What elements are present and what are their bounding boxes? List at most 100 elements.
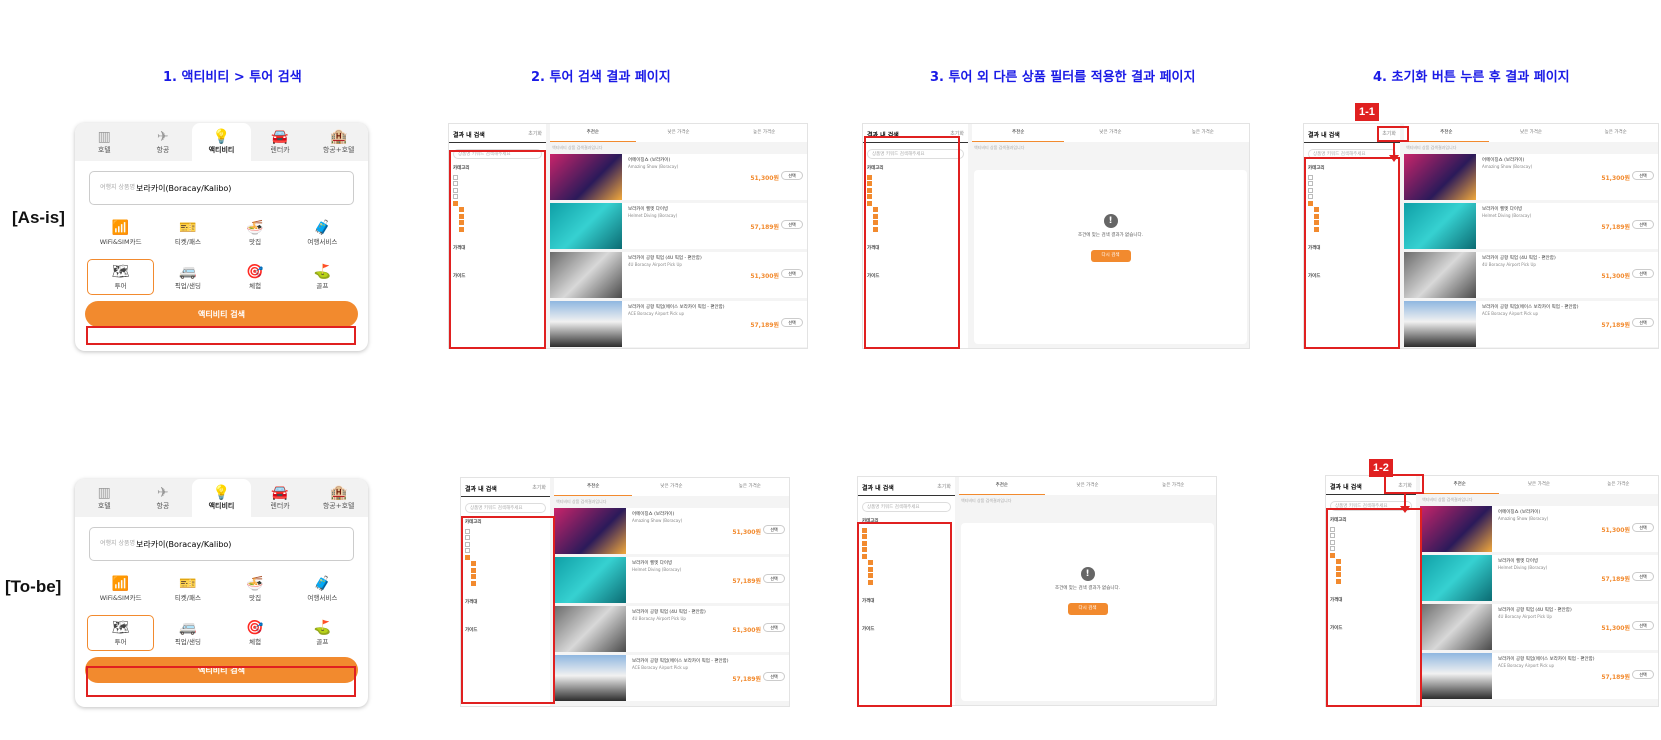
sort-tab-2[interactable]: 높은 가격순 (1573, 124, 1658, 142)
select-button[interactable]: 선택 (763, 623, 785, 632)
select-button[interactable]: 선택 (763, 525, 785, 534)
tab-0[interactable]: ▥ 호텔 (75, 479, 134, 517)
reset-button[interactable]: 초기화 (1382, 130, 1396, 139)
select-button[interactable]: 선택 (1632, 318, 1654, 327)
tab-3[interactable]: 🚘 렌터카 (251, 479, 310, 517)
checkbox[interactable] (471, 567, 476, 573)
checkbox[interactable] (1308, 181, 1313, 187)
category-item-0[interactable]: 📶 WiFi&SIM카드 (87, 571, 154, 607)
select-button[interactable]: 선택 (1632, 269, 1654, 278)
product-card[interactable]: 보라카이 공항 픽업(에이스 보라카이 픽업 - 편안함) ACE Boracay… (1420, 653, 1658, 699)
product-card[interactable]: 보라카이 헬멧 다이빙 Helmet Diving (Boracay) 57,189… (554, 557, 789, 603)
select-button[interactable]: 선택 (763, 672, 785, 681)
category-item-1[interactable]: 🎫 티켓/패스 (154, 215, 221, 251)
category-item-5[interactable]: 🚐 픽업/샌딩 (154, 615, 221, 651)
checkbox[interactable] (862, 527, 867, 533)
checkbox[interactable] (1314, 207, 1319, 213)
sort-tab-0[interactable]: 추천순 (550, 124, 636, 142)
filter-suboption[interactable] (1330, 578, 1412, 585)
destination-field[interactable]: 여행지 상품명 보라카이(Boracay/Kalibo) (89, 527, 354, 561)
product-card[interactable]: 어메이징쇼 (보라카이) Amazing Show (Boracay) 51,300… (550, 154, 807, 200)
checkbox[interactable] (867, 200, 872, 206)
sort-tab-0[interactable]: 추천순 (972, 124, 1065, 142)
checkbox[interactable] (471, 561, 476, 567)
tab-1[interactable]: ✈ 항공 (134, 479, 193, 517)
checkbox[interactable] (1330, 526, 1335, 532)
select-button[interactable]: 선택 (763, 574, 785, 583)
checkbox[interactable] (453, 187, 458, 193)
checkbox[interactable] (471, 574, 476, 580)
checkbox[interactable] (459, 226, 464, 232)
keyword-search-input[interactable]: 상품명 키워드 검색해주세요 (867, 149, 964, 159)
checkbox[interactable] (867, 174, 872, 180)
reset-button[interactable]: 초기화 (532, 484, 546, 493)
retry-button[interactable]: 다시 검색 (1090, 250, 1131, 262)
category-item-4[interactable]: 🗺 투어 (87, 615, 155, 651)
sort-tab-0[interactable]: 추천순 (554, 478, 633, 496)
tab-0[interactable]: ▥ 호텔 (75, 123, 134, 161)
checkbox[interactable] (1336, 565, 1341, 571)
tab-4[interactable]: 🏨 항공+호텔 (309, 479, 368, 517)
select-button[interactable]: 선택 (781, 220, 803, 229)
checkbox[interactable] (873, 226, 878, 232)
sort-tab-2[interactable]: 높은 가격순 (721, 124, 807, 142)
checkbox[interactable] (465, 541, 470, 547)
tab-1[interactable]: ✈ 항공 (134, 123, 193, 161)
filter-suboption[interactable] (862, 579, 951, 586)
select-button[interactable]: 선택 (781, 269, 803, 278)
checkbox[interactable] (868, 573, 873, 579)
reset-button[interactable]: 초기화 (950, 130, 964, 139)
checkbox[interactable] (1314, 220, 1319, 226)
checkbox[interactable] (1308, 194, 1313, 200)
select-button[interactable]: 선택 (1632, 171, 1654, 180)
category-item-2[interactable]: 🍜 맛집 (222, 571, 289, 607)
reset-button[interactable]: 초기화 (528, 130, 542, 139)
checkbox[interactable] (453, 194, 458, 200)
checkbox[interactable] (1330, 539, 1335, 545)
checkbox[interactable] (1308, 200, 1313, 206)
checkbox[interactable] (465, 528, 470, 534)
filter-suboption[interactable] (867, 226, 964, 233)
checkbox[interactable] (868, 560, 873, 566)
checkbox[interactable] (1336, 572, 1341, 578)
product-card[interactable]: 어메이징쇼 (보라카이) Amazing Show (Boracay) 51,300… (1404, 154, 1658, 200)
keyword-search-input[interactable]: 상품명 키워드 검색해주세요 (862, 502, 951, 512)
category-item-4[interactable]: 🗺 투어 (87, 259, 155, 295)
checkbox[interactable] (862, 534, 867, 540)
checkbox[interactable] (453, 174, 458, 180)
select-button[interactable]: 선택 (1632, 220, 1654, 229)
checkbox[interactable] (459, 220, 464, 226)
checkbox[interactable] (1330, 546, 1335, 552)
checkbox[interactable] (868, 566, 873, 572)
checkbox[interactable] (1314, 226, 1319, 232)
reset-button[interactable]: 초기화 (937, 483, 951, 492)
checkbox[interactable] (1308, 174, 1313, 180)
keyword-search-input[interactable]: 상품명 키워드 검색해주세요 (465, 503, 546, 513)
tab-2[interactable]: 💡 액티비티 (192, 479, 251, 517)
select-button[interactable]: 선택 (1632, 621, 1654, 630)
keyword-search-input[interactable]: 상품명 키워드 검색해주세요 (1308, 149, 1396, 159)
product-card[interactable]: 보라카이 공항 픽업 (4U 픽업 - 편안함) 4U Boracay Airpo… (554, 606, 789, 652)
category-item-5[interactable]: 🚐 픽업/샌딩 (154, 259, 221, 295)
retry-button[interactable]: 다시 검색 (1067, 603, 1108, 615)
product-card[interactable]: 보라카이 공항 픽업 (4U 픽업 - 편안함) 4U Boracay Airpo… (550, 252, 807, 298)
filter-suboption[interactable] (453, 226, 542, 233)
checkbox[interactable] (465, 548, 470, 554)
sort-tab-1[interactable]: 낮은 가격순 (1499, 476, 1578, 494)
product-card[interactable]: 보라카이 공항 픽업(에이스 보라카이 픽업 - 편안함) ACE Boracay… (1404, 301, 1658, 347)
checkbox[interactable] (459, 213, 464, 219)
category-item-3[interactable]: 🧳 여행서비스 (289, 215, 356, 251)
category-item-7[interactable]: ⛳ 골프 (289, 259, 356, 295)
checkbox[interactable] (453, 200, 458, 206)
destination-field[interactable]: 여행지 상품명 보라카이(Boracay/Kalibo) (89, 171, 354, 205)
checkbox[interactable] (1336, 578, 1341, 584)
checkbox[interactable] (1336, 559, 1341, 565)
sort-tab-1[interactable]: 낮은 가격순 (636, 124, 722, 142)
checkbox[interactable] (1314, 213, 1319, 219)
product-card[interactable]: 보라카이 공항 픽업(에이스 보라카이 픽업 - 편안함) ACE Boracay… (550, 301, 807, 347)
product-card[interactable]: 보라카이 공항 픽업 (4U 픽업 - 편안함) 4U Boracay Airpo… (1420, 604, 1658, 650)
sort-tab-2[interactable]: 높은 가격순 (1157, 124, 1249, 142)
product-card[interactable]: 어메이징쇼 (보라카이) Amazing Show (Boracay) 51,300… (554, 508, 789, 554)
product-card[interactable]: 보라카이 헬멧 다이빙 Helmet Diving (Boracay) 57,189… (1404, 203, 1658, 249)
sort-tab-1[interactable]: 낮은 가격순 (1045, 477, 1131, 495)
